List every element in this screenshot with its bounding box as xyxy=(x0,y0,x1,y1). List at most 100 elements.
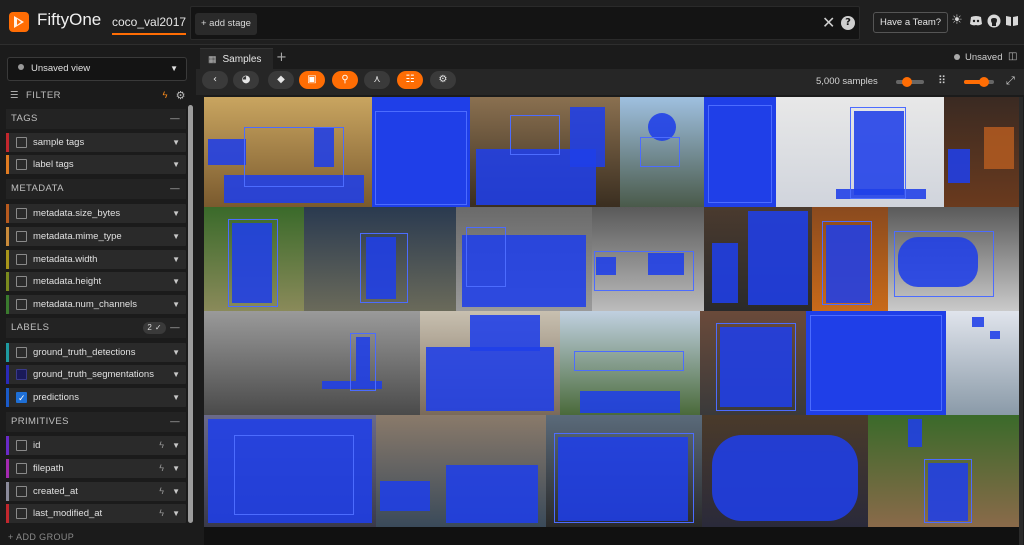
sample-tile[interactable] xyxy=(204,207,304,311)
slider-knob[interactable] xyxy=(902,77,913,87)
patches-icon[interactable]: ⋏ xyxy=(364,71,390,89)
collapse-icon[interactable]: — xyxy=(170,109,180,129)
add-panel-button[interactable]: + xyxy=(276,49,287,67)
field-checkbox[interactable] xyxy=(16,231,27,242)
chevron-down-icon[interactable]: ▼ xyxy=(172,343,180,362)
group-labels[interactable]: LABELS 2 ✓ — xyxy=(6,318,186,338)
sample-tile[interactable] xyxy=(704,97,776,207)
sample-tile[interactable] xyxy=(546,415,702,527)
labels-count-badge[interactable]: 2 ✓ xyxy=(143,322,166,334)
sample-tile[interactable] xyxy=(946,311,1020,415)
sample-tile[interactable] xyxy=(420,311,560,415)
field-checkbox[interactable] xyxy=(16,486,27,497)
collapse-icon[interactable]: — xyxy=(170,179,180,199)
sample-tile[interactable] xyxy=(868,415,1020,527)
sample-tile[interactable] xyxy=(704,207,812,311)
dataset-selector[interactable]: coco_val2017 xyxy=(112,15,187,35)
field-checkbox[interactable] xyxy=(16,463,27,474)
field-checkbox[interactable] xyxy=(16,276,27,287)
field-checkbox[interactable] xyxy=(16,254,27,265)
chevron-down-icon[interactable]: ▼ xyxy=(172,482,180,501)
field-checkbox[interactable] xyxy=(16,508,27,519)
field-last-modified-at[interactable]: last_modified_at ϟ ▼ xyxy=(6,504,186,523)
chevron-down-icon[interactable]: ▼ xyxy=(172,227,180,246)
zoom-slider[interactable] xyxy=(896,77,924,87)
sample-tile[interactable] xyxy=(372,97,470,207)
group-metadata[interactable]: METADATA — xyxy=(6,179,186,199)
field-metadata-size-bytes[interactable]: metadata.size_bytes ▼ xyxy=(6,204,186,223)
lightning-icon[interactable]: ϟ xyxy=(159,504,164,523)
split-panel-icon[interactable]: ◫ xyxy=(1008,51,1017,62)
field-filepath[interactable]: filepath ϟ ▼ xyxy=(6,459,186,478)
sample-tile[interactable] xyxy=(204,311,420,415)
lightning-icon[interactable]: ϟ xyxy=(162,90,168,101)
close-icon[interactable]: ✕ xyxy=(822,13,835,33)
sidebar-scrollbar[interactable] xyxy=(188,105,193,523)
field-checkbox[interactable] xyxy=(16,347,27,358)
field-checkbox[interactable] xyxy=(16,137,27,148)
chevron-down-icon[interactable]: ▼ xyxy=(172,295,180,314)
chevron-down-icon[interactable]: ▼ xyxy=(172,133,180,152)
sample-tile[interactable] xyxy=(944,97,1020,207)
grid-scrollbar[interactable] xyxy=(1019,97,1023,545)
sample-tile[interactable] xyxy=(560,311,700,415)
view-bar[interactable]: + add stage ✕ ? xyxy=(190,6,860,40)
view-select[interactable]: Unsaved view ▼ xyxy=(7,57,187,81)
grid-size-slider[interactable] xyxy=(964,77,994,87)
chevron-down-icon[interactable]: ▼ xyxy=(172,504,180,523)
add-stage-button[interactable]: + add stage xyxy=(195,13,257,35)
sample-tile[interactable] xyxy=(620,97,704,207)
tag-icon[interactable]: ◆ xyxy=(268,71,294,89)
field-checkbox[interactable] xyxy=(16,389,27,408)
field-metadata-width[interactable]: metadata.width ▼ xyxy=(6,250,186,269)
palette-icon[interactable]: ◕ xyxy=(233,71,259,89)
discord-icon[interactable] xyxy=(968,13,984,29)
sample-tile[interactable] xyxy=(470,97,620,207)
field-checkbox[interactable] xyxy=(16,369,27,380)
github-icon[interactable] xyxy=(986,13,1002,29)
sample-tile[interactable] xyxy=(204,415,376,527)
list-icon[interactable]: ☷ xyxy=(397,71,423,89)
field-sample-tags[interactable]: sample tags ▼ xyxy=(6,133,186,152)
have-a-team-button[interactable]: Have a Team? xyxy=(873,12,949,33)
chevron-down-icon[interactable]: ▼ xyxy=(172,272,180,291)
lightning-icon[interactable]: ϟ xyxy=(159,459,164,478)
sample-tile[interactable] xyxy=(812,207,888,311)
field-ground-truth-segmentations[interactable]: ground_truth_segmentations ▼ xyxy=(6,365,186,384)
field-checkbox[interactable] xyxy=(16,440,27,451)
tag-selected-icon[interactable]: ▣ xyxy=(299,71,325,89)
sample-tile[interactable] xyxy=(700,311,806,415)
chevron-down-icon[interactable]: ▼ xyxy=(172,459,180,478)
help-icon[interactable]: ? xyxy=(841,16,855,30)
group-primitives[interactable]: PRIMITIVES — xyxy=(6,412,186,432)
sample-tile[interactable] xyxy=(806,311,946,415)
field-metadata-height[interactable]: metadata.height ▼ xyxy=(6,272,186,291)
sample-tile[interactable] xyxy=(592,207,704,311)
gear-icon[interactable]: ⚙ xyxy=(430,71,456,89)
chevron-down-icon[interactable]: ▼ xyxy=(172,388,180,407)
gear-icon[interactable]: ⚙ xyxy=(176,89,186,102)
field-predictions[interactable]: predictions ▼ xyxy=(6,388,186,408)
sample-tile[interactable] xyxy=(888,207,1020,311)
chevron-down-icon[interactable]: ▼ xyxy=(172,436,180,455)
lightning-icon[interactable]: ϟ xyxy=(159,482,164,501)
field-checkbox[interactable] xyxy=(16,159,27,170)
sample-tile[interactable] xyxy=(304,207,456,311)
field-checkbox[interactable] xyxy=(16,299,27,310)
expand-icon[interactable]: ⤢ xyxy=(1006,74,1015,88)
field-id[interactable]: id ϟ ▼ xyxy=(6,436,186,455)
chevron-down-icon[interactable]: ▼ xyxy=(172,204,180,223)
collapse-icon[interactable]: — xyxy=(170,412,180,432)
field-metadata-num-channels[interactable]: metadata.num_channels ▼ xyxy=(6,295,186,314)
field-ground-truth-detections[interactable]: ground_truth_detections ▼ xyxy=(6,343,186,362)
field-metadata-mime-type[interactable]: metadata.mime_type ▼ xyxy=(6,227,186,246)
sample-tile[interactable] xyxy=(776,97,944,207)
fiftyone-logo-icon[interactable] xyxy=(8,11,30,33)
sun-icon[interactable]: ☀ xyxy=(949,13,965,29)
group-tags[interactable]: TAGS — xyxy=(6,109,186,129)
field-label-tags[interactable]: label tags ▼ xyxy=(6,155,186,174)
sample-tile[interactable] xyxy=(376,415,546,527)
field-checkbox[interactable] xyxy=(16,208,27,219)
collapse-icon[interactable]: — xyxy=(170,318,180,338)
docs-icon[interactable] xyxy=(1004,13,1020,29)
